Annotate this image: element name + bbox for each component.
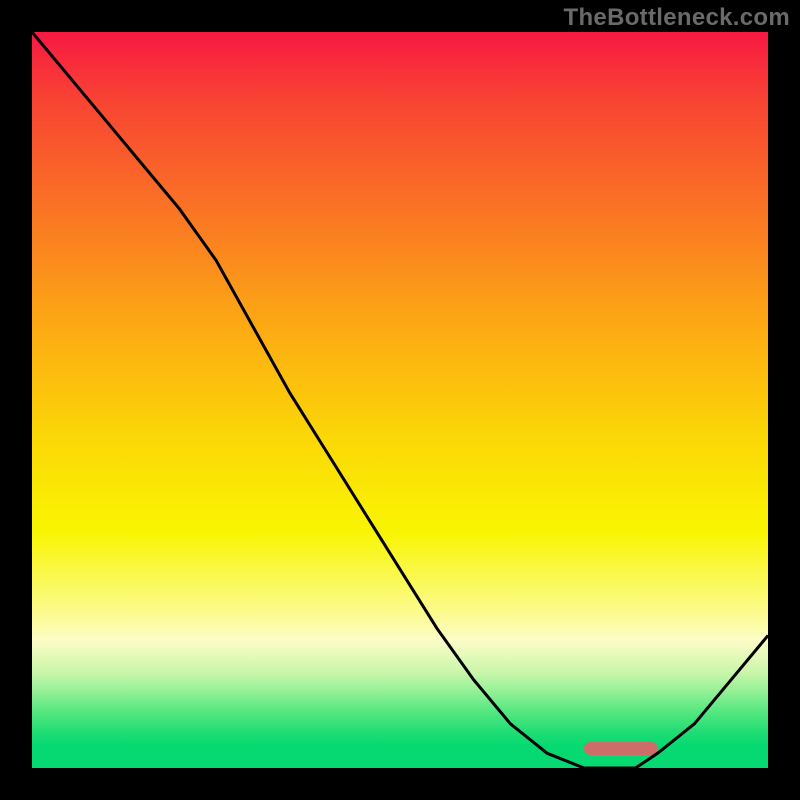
- chart-frame: TheBottleneck.com: [0, 0, 800, 800]
- watermark-text: TheBottleneck.com: [564, 4, 790, 32]
- plot-area: [32, 32, 768, 768]
- bottleneck-curve: [32, 32, 768, 768]
- bottleneck-curve-path: [32, 32, 768, 768]
